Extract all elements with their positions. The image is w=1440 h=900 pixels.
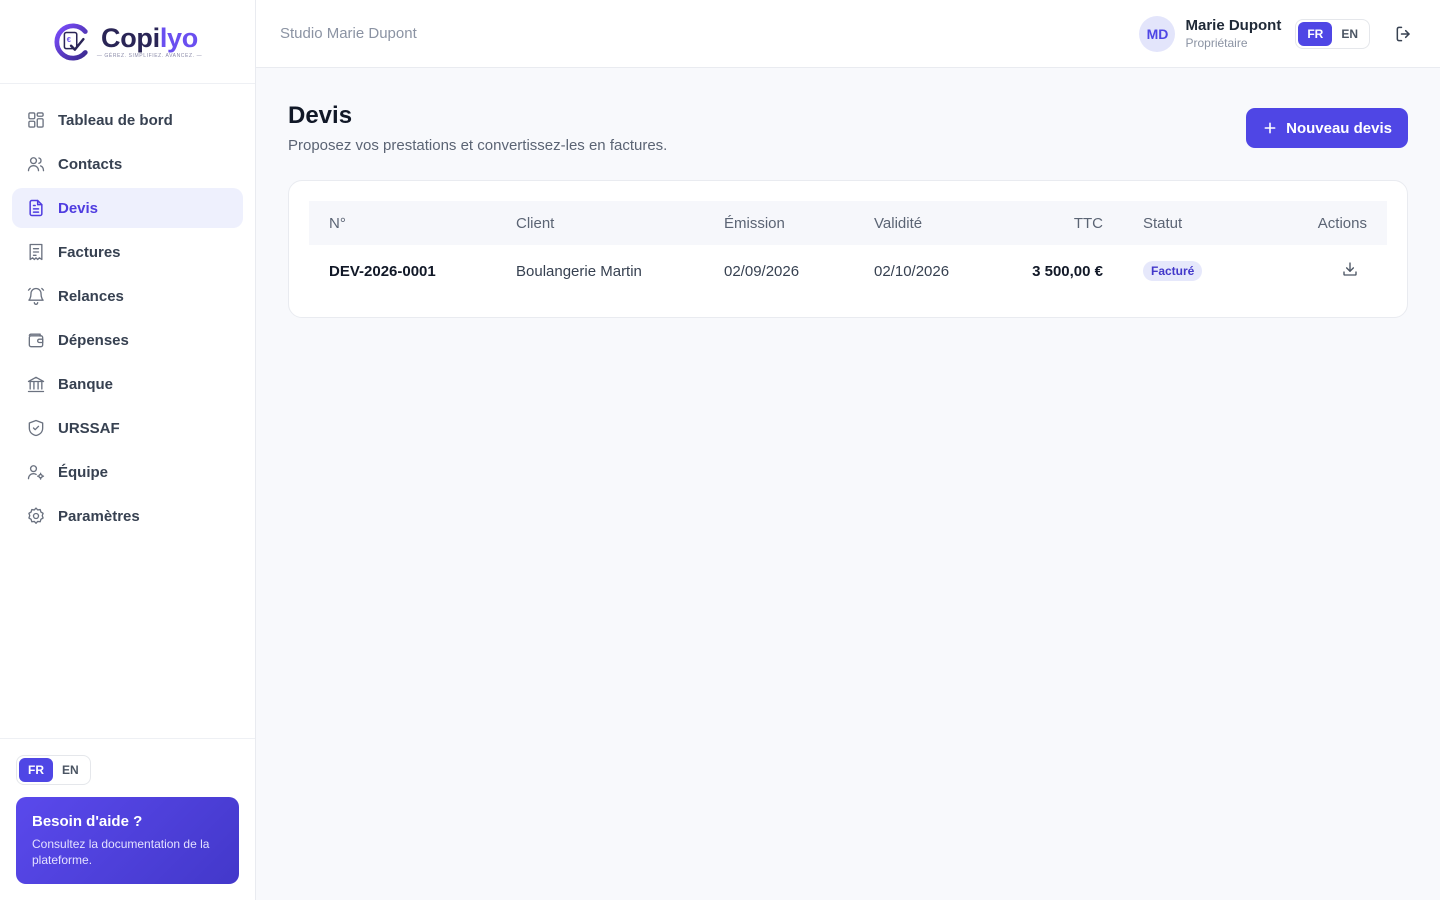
- column-header-number[interactable]: N°: [309, 201, 496, 245]
- lang-fr-button[interactable]: FR: [1298, 21, 1333, 46]
- page-header: Devis Proposez vos prestations et conver…: [288, 68, 1408, 154]
- user-gear-icon: [26, 462, 46, 482]
- shield-icon: [26, 418, 46, 438]
- sidebar-item-depenses[interactable]: Dépenses: [12, 320, 243, 360]
- table-header-row: N° Client Émission Validité TTC Statut A…: [309, 201, 1387, 245]
- sidebar-item-tableau-de-bord[interactable]: Tableau de bord: [12, 100, 243, 140]
- logo-area: € Copilyo — GÉREZ. SIMPLIFIEZ. AVANCEZ. …: [0, 0, 255, 84]
- wallet-icon: [26, 330, 46, 350]
- new-quote-label: Nouveau devis: [1286, 119, 1392, 137]
- bank-icon: [26, 374, 46, 394]
- column-header-status[interactable]: Statut: [1123, 201, 1243, 245]
- quote-actions-cell: [1243, 245, 1387, 297]
- quote-issued-date: 02/09/2026: [724, 262, 800, 280]
- header-language-toggle: FR EN: [1295, 18, 1370, 49]
- sidebar-item-label: Paramètres: [58, 507, 140, 525]
- sidebar-item-equipe[interactable]: Équipe: [12, 452, 243, 492]
- sidebar-item-label: Factures: [58, 243, 121, 261]
- sidebar-language-toggle: FR EN: [16, 755, 91, 785]
- main-content: Devis Proposez vos prestations et conver…: [256, 68, 1440, 318]
- logout-icon[interactable]: [1392, 22, 1416, 46]
- quote-client: Boulangerie Martin: [516, 262, 642, 280]
- quote-status-cell: Facturé: [1123, 245, 1243, 297]
- download-icon[interactable]: [1341, 260, 1359, 278]
- table-row[interactable]: DEV-2026-0001 Boulangerie Martin 02/09/2…: [309, 245, 1387, 297]
- help-text: Consultez la documentation de la platefo…: [32, 837, 210, 867]
- logo-mark-icon: €: [54, 23, 88, 60]
- receipt-icon: [26, 242, 46, 262]
- page-title: Devis: [288, 102, 353, 129]
- document-icon: [26, 198, 46, 218]
- user-role: Propriétaire: [1185, 35, 1248, 50]
- column-header-client[interactable]: Client: [496, 201, 704, 245]
- user-info: Marie Dupont Propriétaire: [1185, 17, 1281, 51]
- lang-fr-button[interactable]: FR: [19, 758, 53, 782]
- status-badge: Facturé: [1143, 261, 1203, 281]
- sidebar-item-devis[interactable]: Devis: [12, 188, 243, 228]
- logo[interactable]: € Copilyo — GÉREZ. SIMPLIFIEZ. AVANCEZ. …: [53, 23, 202, 61]
- sidebar-item-factures[interactable]: Factures: [12, 232, 243, 272]
- help-title: Besoin d'aide ?: [32, 813, 143, 830]
- new-quote-button[interactable]: Nouveau devis: [1246, 108, 1408, 148]
- column-header-actions: Actions: [1317, 214, 1367, 232]
- top-header: Studio Marie Dupont MD Marie Dupont Prop…: [256, 0, 1440, 68]
- page-heading: Devis Proposez vos prestations et conver…: [288, 102, 667, 154]
- help-card[interactable]: Besoin d'aide ? Consultez la documentati…: [16, 797, 239, 884]
- quote-number[interactable]: DEV-2026-0001: [309, 245, 496, 297]
- user-name: Marie Dupont: [1185, 16, 1282, 34]
- sidebar-item-label: Relances: [58, 287, 124, 305]
- lang-en-button[interactable]: EN: [53, 758, 88, 782]
- logo-text: Copilyo — GÉREZ. SIMPLIFIEZ. AVANCEZ. —: [97, 24, 202, 59]
- column-header-validity[interactable]: Validité: [854, 201, 988, 245]
- column-header-issued[interactable]: Émission: [704, 201, 854, 245]
- sidebar-item-label: Banque: [58, 375, 114, 393]
- sidebar-item-label: Devis: [58, 199, 99, 217]
- sidebar-item-urssaf[interactable]: URSSAF: [12, 408, 243, 448]
- studio-name: Studio Marie Dupont: [280, 25, 417, 42]
- quotes-table: N° Client Émission Validité TTC Statut A…: [309, 201, 1387, 297]
- avatar: MD: [1139, 15, 1176, 52]
- logo-wordmark: Copilyo: [101, 23, 198, 53]
- sidebar-nav: Tableau de bord Contacts Devis Factures …: [0, 84, 255, 556]
- quotes-table-card: N° Client Émission Validité TTC Statut A…: [288, 180, 1408, 318]
- gear-icon: [26, 506, 46, 526]
- page-subtitle: Proposez vos prestations et convertissez…: [288, 137, 668, 154]
- bell-icon: [26, 286, 46, 306]
- sidebar-item-label: Équipe: [58, 463, 109, 481]
- user-menu[interactable]: MD Marie Dupont Propriétaire: [1139, 15, 1281, 52]
- sidebar-item-label: Tableau de bord: [58, 111, 173, 129]
- logo-tagline: — GÉREZ. SIMPLIFIEZ. AVANCEZ. —: [96, 53, 203, 59]
- column-header-amount[interactable]: TTC: [988, 201, 1123, 245]
- sidebar-item-relances[interactable]: Relances: [12, 276, 243, 316]
- quote-valid-until: 02/10/2026: [874, 262, 950, 280]
- lang-en-button[interactable]: EN: [1332, 22, 1367, 46]
- quote-amount: 3 500,00 €: [1032, 262, 1103, 280]
- sidebar-item-label: Contacts: [58, 155, 123, 173]
- sidebar-item-banque[interactable]: Banque: [12, 364, 243, 404]
- sidebar-item-parametres[interactable]: Paramètres: [12, 496, 243, 536]
- sidebar-footer: FR EN Besoin d'aide ? Consultez la docum…: [0, 738, 255, 900]
- dashboard-icon: [26, 110, 46, 130]
- sidebar-item-label: URSSAF: [58, 419, 120, 437]
- sidebar-item-contacts[interactable]: Contacts: [12, 144, 243, 184]
- sidebar: € Copilyo — GÉREZ. SIMPLIFIEZ. AVANCEZ. …: [0, 0, 256, 900]
- users-icon: [26, 154, 46, 174]
- sidebar-item-label: Dépenses: [58, 331, 129, 349]
- plus-icon: [1264, 122, 1276, 134]
